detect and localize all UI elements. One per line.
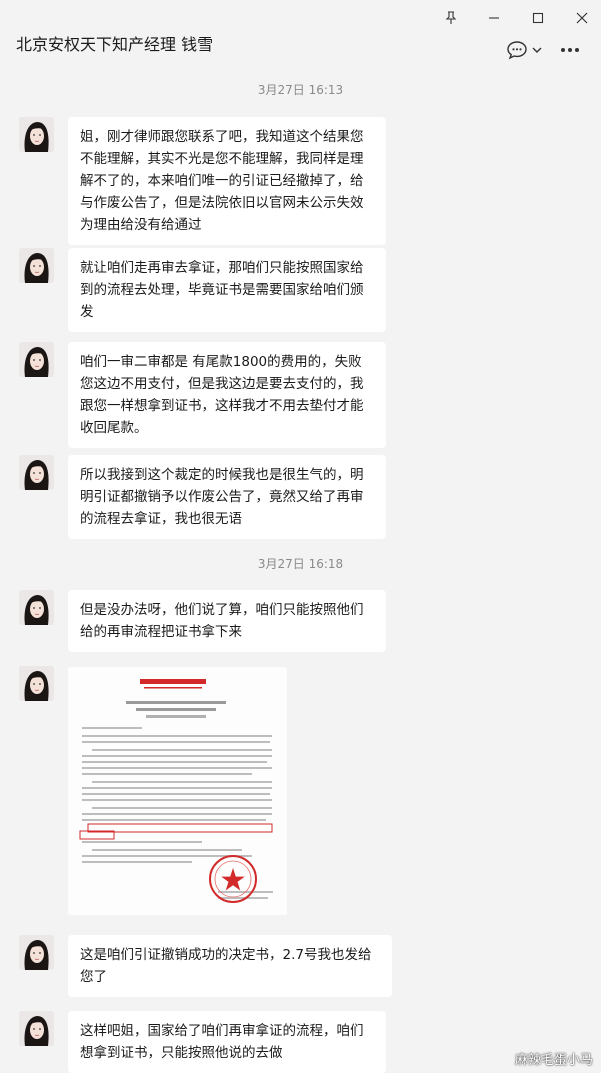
more-options-button[interactable]: [558, 38, 582, 62]
avatar-image: [19, 455, 54, 490]
message-bubble[interactable]: 这是咱们引证撤销成功的决定书，2.7号我也发给您了: [68, 935, 392, 997]
chat-title: 北京安权天下知产经理 钱雪: [16, 35, 214, 54]
chevron-down-icon: [532, 47, 541, 53]
message-bubble[interactable]: 这样吧姐，国家给了咱们再审拿证的流程，咱们想拿到证书，只能按照他说的去做: [68, 1011, 386, 1073]
avatar[interactable]: [19, 248, 54, 283]
message-bubble[interactable]: 姐，刚才律师跟您联系了吧，我知道这个结果您不能理解，其实不光是您不能理解，我同样…: [68, 117, 386, 245]
timestamp: 3月27日 16:18: [257, 557, 344, 571]
title-bar: 北京安权天下知产经理 钱雪: [0, 0, 601, 72]
timestamp: 3月27日 16:13: [257, 83, 344, 97]
avatar-image: [19, 666, 54, 701]
close-icon[interactable]: [570, 6, 594, 30]
avatar[interactable]: [19, 1011, 54, 1046]
minimize-icon[interactable]: [482, 6, 506, 30]
message-bubble[interactable]: 所以我接到这个裁定的时候我也是很生气的，明明引证都撤销予以作废公告了，竟然又给了…: [68, 455, 386, 539]
avatar[interactable]: [19, 935, 54, 970]
avatar-image: [19, 342, 54, 377]
maximize-icon[interactable]: [526, 6, 550, 30]
decision-document-thumbnail: [68, 667, 287, 915]
more-icon: [561, 48, 579, 52]
avatar-image: [19, 117, 54, 152]
avatar[interactable]: [19, 666, 54, 701]
avatar[interactable]: [19, 590, 54, 625]
chat-options-button[interactable]: [503, 38, 545, 62]
avatar-image: [19, 1011, 54, 1046]
chat-bubble-icon: [506, 41, 527, 60]
watermark: 麻辣毛蛋小马: [514, 1053, 593, 1068]
avatar[interactable]: [19, 455, 54, 490]
avatar[interactable]: [19, 117, 54, 152]
document-image[interactable]: [68, 667, 287, 915]
message-bubble[interactable]: 咱们一审二审都是 有尾款1800的费用的，失败您这边不用支付，但是我这边是要去支…: [68, 342, 386, 448]
avatar-image: [19, 590, 54, 625]
message-bubble[interactable]: 就让咱们走再审去拿证，那咱们只能按照国家给到的流程去处理，毕竟证书是需要国家给咱…: [68, 248, 386, 332]
avatar[interactable]: [19, 342, 54, 377]
avatar-image: [19, 248, 54, 283]
avatar-image: [19, 935, 54, 970]
message-bubble[interactable]: 但是没办法呀，他们说了算，咱们只能按照他们给的再审流程把证书拿下来: [68, 590, 386, 652]
pin-icon[interactable]: [439, 6, 463, 30]
